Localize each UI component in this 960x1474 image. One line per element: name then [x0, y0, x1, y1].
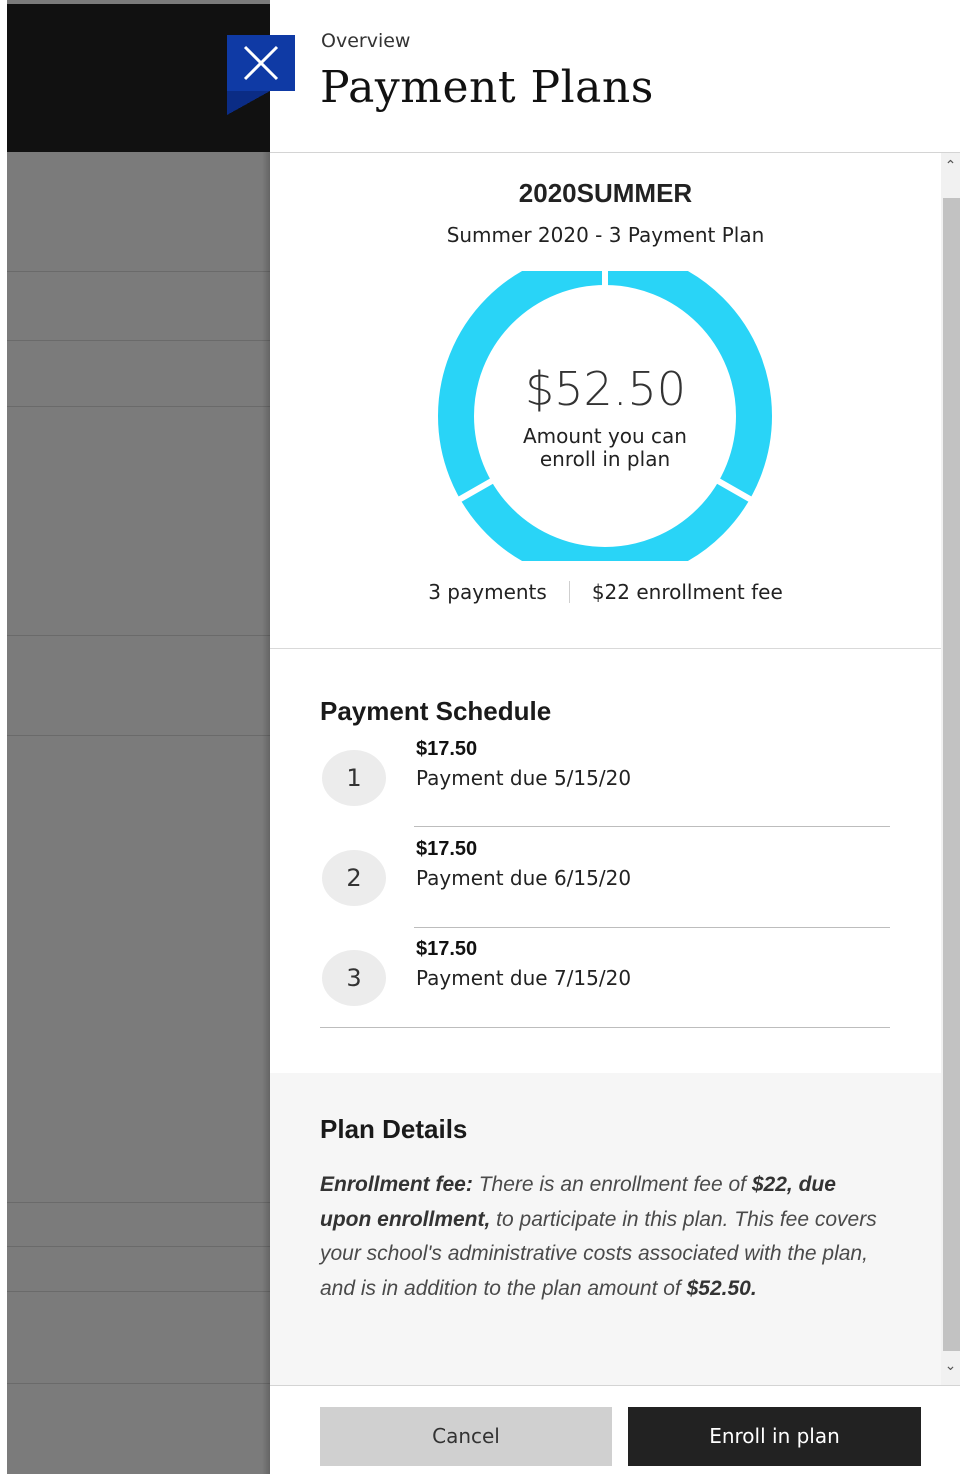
- background-edge: [0, 0, 7, 1474]
- cancel-button[interactable]: Cancel: [320, 1407, 612, 1466]
- payment-number-badge: 3: [322, 950, 386, 1006]
- plan-donut-chart: [438, 271, 772, 561]
- scrollbar-thumb[interactable]: [943, 198, 960, 1351]
- panel-shadow: [262, 152, 270, 1474]
- page-title: Payment Plans: [320, 62, 654, 113]
- close-button-ribbon: [227, 91, 270, 115]
- amount-bold: $52.50.: [686, 1276, 757, 1300]
- fee-label: Enrollment fee:: [320, 1173, 473, 1196]
- footer-divider: [270, 1385, 960, 1386]
- details-text-1: There is an enrollment fee of: [478, 1173, 747, 1196]
- scroll-up-arrow-icon[interactable]: ⌃: [941, 158, 960, 180]
- plan-details-title: Plan Details: [320, 1114, 468, 1144]
- schedule-item: 1 $17.50 Payment due 5/15/20: [320, 738, 890, 851]
- background-divider: [7, 735, 270, 736]
- schedule-divider: [414, 826, 890, 827]
- breadcrumb-overview: Overview: [321, 30, 411, 52]
- payment-due-date: Payment due 6/15/20: [416, 866, 632, 890]
- payments-count: 3 payments: [428, 580, 547, 604]
- plan-amount: $52.50: [525, 362, 686, 416]
- plan-summary-stats: 3 payments $22 enrollment fee: [270, 580, 941, 604]
- plan-name: Summer 2020 - 3 Payment Plan: [446, 223, 765, 247]
- background-divider: [7, 271, 270, 272]
- plan-amount-label: Amount you can enroll in plan: [523, 424, 687, 471]
- schedule-divider: [320, 1027, 890, 1028]
- background-divider: [7, 635, 270, 636]
- plan-code: 2020SUMMER: [518, 178, 693, 208]
- background-divider: [7, 1202, 270, 1203]
- background-divider: [7, 1246, 270, 1247]
- payment-number-badge: 2: [322, 850, 386, 906]
- summary-divider: [270, 648, 941, 649]
- donut-ring: [438, 271, 772, 561]
- plan-details-text: Enrollment fee: There is an enrollment f…: [320, 1168, 890, 1306]
- schedule-item: 2 $17.50 Payment due 6/15/20: [320, 838, 890, 951]
- background-divider: [7, 1383, 270, 1384]
- header-divider: [270, 152, 960, 153]
- payment-number-badge: 1: [322, 750, 386, 806]
- payment-amount: $17.50: [416, 838, 478, 860]
- payment-due-date: Payment due 7/15/20: [416, 966, 632, 990]
- stat-separator: [568, 581, 570, 603]
- scroll-down-arrow-icon[interactable]: ⌄: [941, 1358, 960, 1380]
- close-icon: [243, 45, 279, 81]
- enroll-button[interactable]: Enroll in plan: [628, 1407, 921, 1466]
- schedule-divider: [414, 927, 890, 928]
- schedule-item: 3 $17.50 Payment due 7/15/20: [320, 938, 890, 1051]
- background-divider: [7, 406, 270, 407]
- schedule-title: Payment Schedule: [320, 696, 552, 726]
- payment-due-date: Payment due 5/15/20: [416, 766, 632, 790]
- background-divider: [7, 1291, 270, 1292]
- enrollment-fee: $22 enrollment fee: [591, 580, 783, 604]
- background-divider: [7, 340, 270, 341]
- payment-amount: $17.50: [416, 938, 478, 960]
- payment-amount: $17.50: [416, 738, 478, 760]
- close-button[interactable]: [227, 35, 295, 91]
- background-overlay: [0, 0, 270, 1474]
